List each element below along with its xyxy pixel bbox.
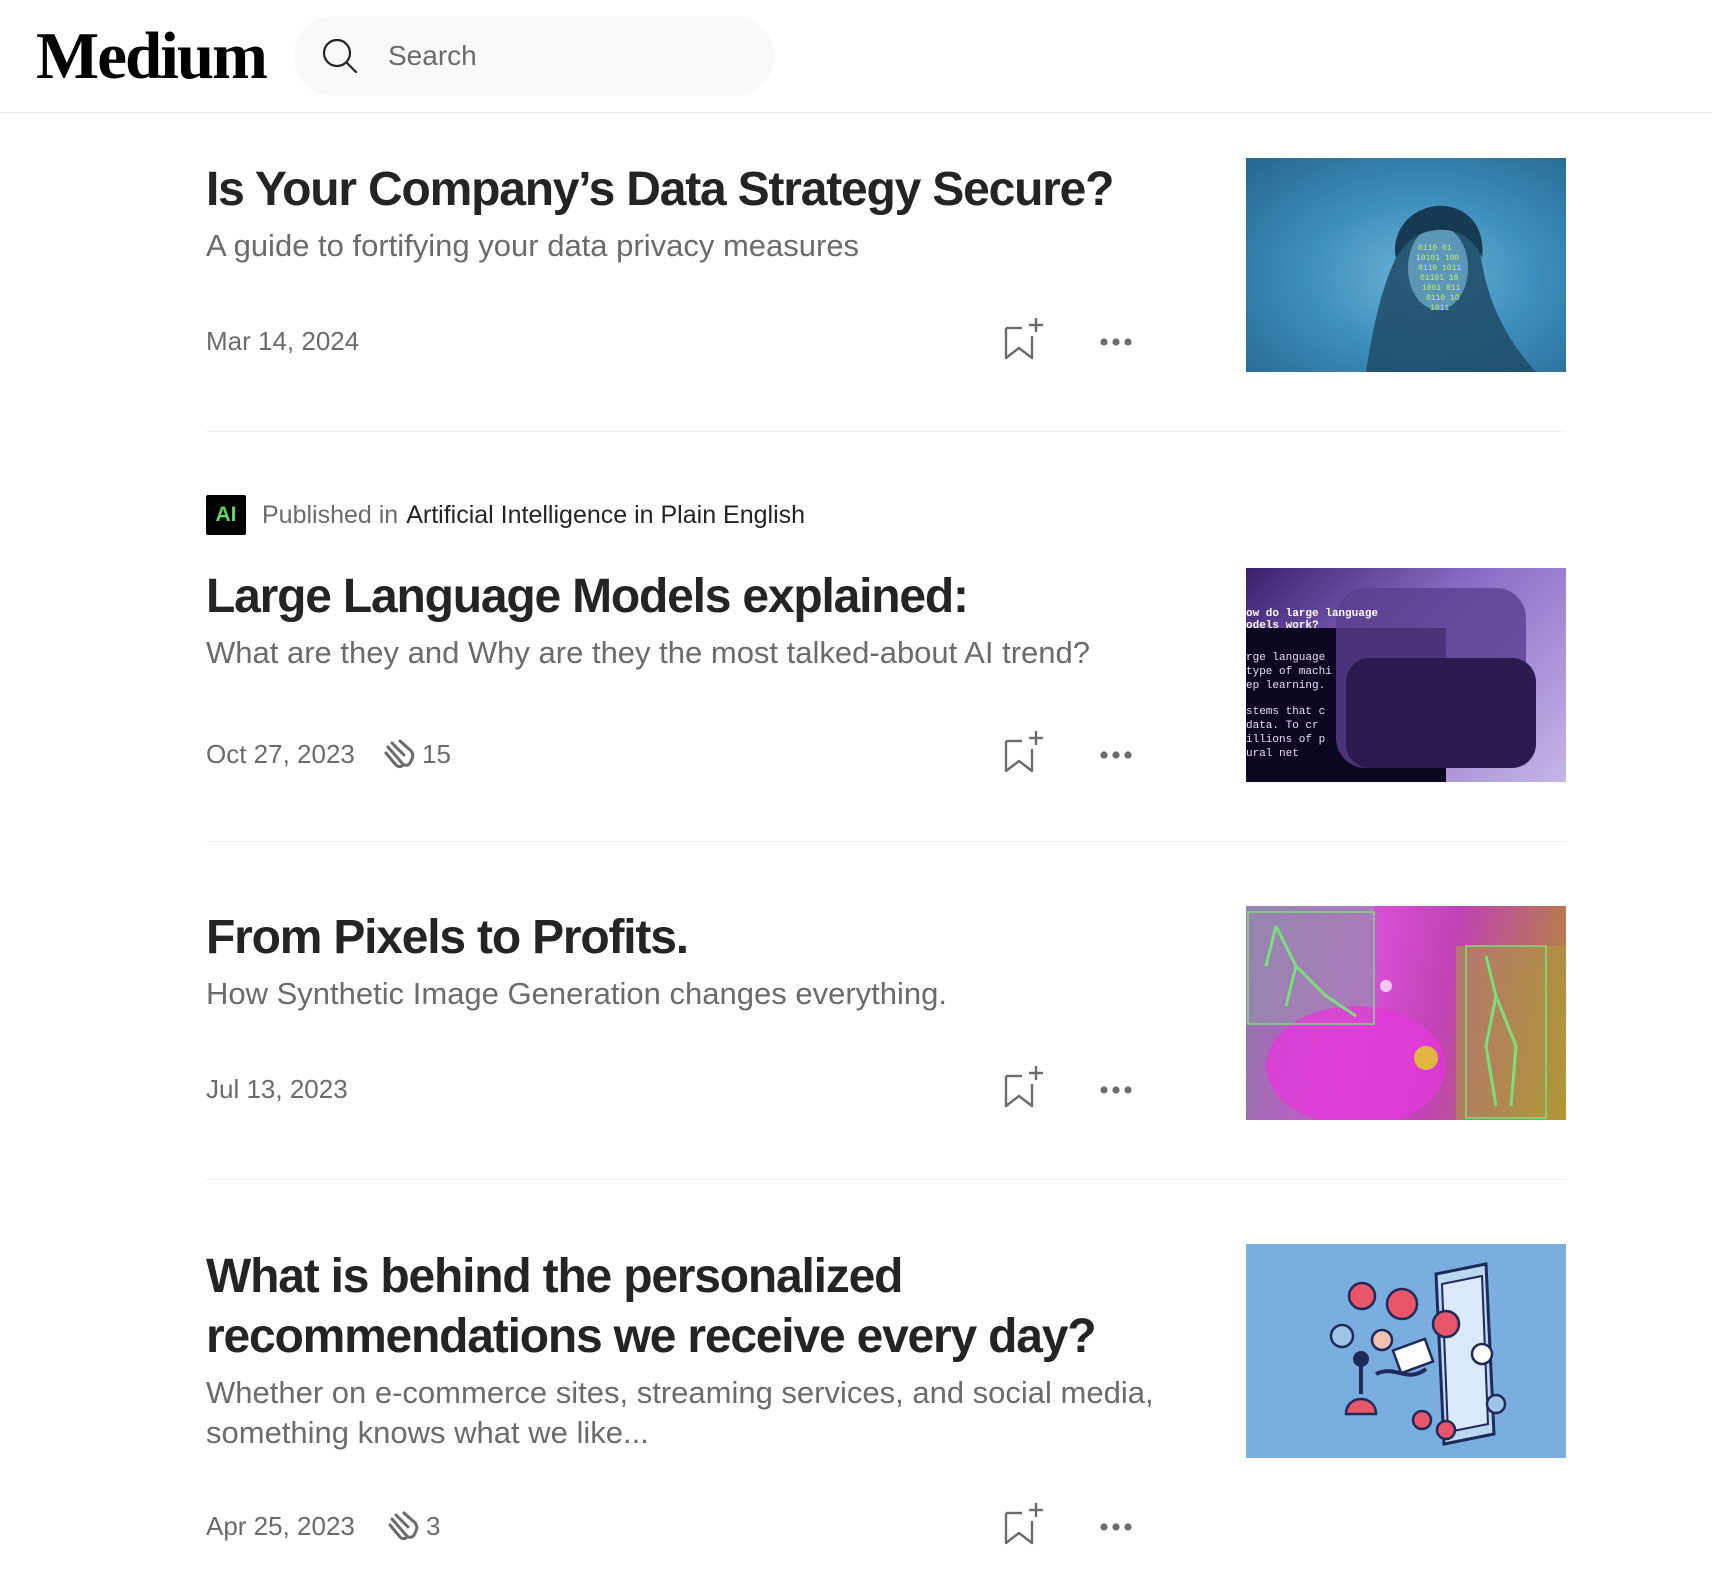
synthetic-image-illustration bbox=[1246, 906, 1566, 1120]
more-horizontal-icon[interactable] bbox=[1096, 1509, 1136, 1545]
article-meta: Apr 25, 2023 3 bbox=[206, 1503, 1166, 1547]
clap-count: 3 bbox=[426, 1510, 441, 1541]
svg-text:0110 1011: 0110 1011 bbox=[1418, 264, 1461, 273]
svg-text:type of machi: type of machi bbox=[1246, 666, 1332, 678]
article-card[interactable]: From Pixels to Profits. How Synthetic Im… bbox=[206, 906, 1566, 1120]
article-card[interactable]: Is Your Company’s Data Strategy Secure? … bbox=[206, 158, 1566, 372]
article-card[interactable]: AI Published in Artificial Intelligence … bbox=[206, 495, 1566, 783]
svg-text:data. To cr: data. To cr bbox=[1246, 720, 1319, 732]
svg-text:1001 011: 1001 011 bbox=[1422, 284, 1461, 293]
llm-terminal-illustration: ow do large language odels work? rge lan… bbox=[1246, 588, 1536, 782]
bookmark-add-icon[interactable] bbox=[1002, 729, 1044, 775]
article-title[interactable]: From Pixels to Profits. bbox=[206, 908, 1166, 968]
search-icon[interactable] bbox=[320, 36, 360, 76]
svg-text:1011: 1011 bbox=[1430, 304, 1449, 313]
article-subtitle[interactable]: What are they and Why are they the most … bbox=[206, 633, 1166, 673]
divider bbox=[206, 431, 1566, 432]
more-horizontal-icon[interactable] bbox=[1096, 1072, 1136, 1108]
svg-text:ow do large language: ow do large language bbox=[1246, 608, 1378, 620]
svg-text:ural net: ural net bbox=[1246, 748, 1299, 760]
svg-text:stems that c: stems that c bbox=[1246, 706, 1325, 718]
svg-text:odels work?: odels work? bbox=[1246, 620, 1319, 632]
article-text: From Pixels to Profits. How Synthetic Im… bbox=[206, 906, 1166, 1014]
article-thumbnail[interactable]: ow do large language odels work? rge lan… bbox=[1246, 568, 1566, 782]
article-date: Oct 27, 2023 bbox=[206, 739, 355, 769]
article-meta: Mar 14, 2024 bbox=[206, 318, 1166, 362]
article-text: What is behind the personalized recommen… bbox=[206, 1245, 1166, 1453]
clap-counter[interactable]: 3 bbox=[386, 1509, 440, 1543]
svg-text:rge language: rge language bbox=[1246, 652, 1325, 664]
article-title[interactable]: Large Language Models explained: bbox=[206, 567, 1166, 627]
clap-count: 15 bbox=[422, 738, 451, 769]
search-input[interactable] bbox=[388, 36, 748, 76]
article-text: AI Published in Artificial Intelligence … bbox=[206, 495, 1166, 673]
clap-icon bbox=[388, 1511, 419, 1541]
bookmark-add-icon[interactable] bbox=[1002, 1501, 1044, 1547]
article-card[interactable]: What is behind the personalized recommen… bbox=[206, 1244, 1566, 1547]
medium-logo[interactable]: Medium bbox=[36, 16, 268, 96]
article-subtitle[interactable]: A guide to fortifying your data privacy … bbox=[206, 226, 1166, 266]
more-horizontal-icon[interactable] bbox=[1096, 737, 1136, 773]
article-thumbnail[interactable] bbox=[1246, 906, 1566, 1120]
svg-text:10101 100: 10101 100 bbox=[1416, 254, 1459, 263]
svg-text:ep learning.: ep learning. bbox=[1246, 680, 1325, 692]
bookmark-add-icon[interactable] bbox=[1002, 316, 1044, 362]
divider bbox=[206, 841, 1566, 842]
bookmark-add-icon[interactable] bbox=[1002, 1064, 1044, 1110]
article-subtitle[interactable]: How Synthetic Image Generation changes e… bbox=[206, 974, 1166, 1014]
clap-counter[interactable]: 15 bbox=[382, 737, 451, 771]
publication-logo[interactable]: AI bbox=[206, 495, 246, 535]
article-title[interactable]: What is behind the personalized recommen… bbox=[206, 1247, 1166, 1367]
article-date: Mar 14, 2024 bbox=[206, 326, 360, 356]
svg-text:0110 10: 0110 10 bbox=[1426, 294, 1460, 303]
article-text: Is Your Company’s Data Strategy Secure? … bbox=[206, 158, 1166, 266]
svg-text:illions of p: illions of p bbox=[1246, 734, 1325, 746]
article-thumbnail[interactable]: 0110 01 10101 100 0110 1011 01101 10 100… bbox=[1246, 158, 1566, 372]
clap-icon bbox=[384, 739, 415, 769]
article-meta: Oct 27, 2023 15 bbox=[206, 731, 1166, 775]
publication-row: AI Published in Artificial Intelligence … bbox=[206, 495, 1166, 535]
article-meta: Jul 13, 2023 bbox=[206, 1066, 1166, 1110]
divider bbox=[206, 1179, 1566, 1180]
svg-text:0110 01: 0110 01 bbox=[1418, 244, 1452, 253]
article-date: Jul 13, 2023 bbox=[206, 1074, 348, 1104]
publication-prefix: Published in bbox=[262, 500, 399, 529]
svg-text:01101 10: 01101 10 bbox=[1420, 274, 1459, 283]
article-subtitle[interactable]: Whether on e-commerce sites, streaming s… bbox=[206, 1373, 1166, 1453]
top-bar: Medium bbox=[0, 0, 1712, 113]
article-date: Apr 25, 2023 bbox=[206, 1511, 355, 1541]
search-box[interactable] bbox=[294, 16, 774, 96]
article-thumbnail[interactable] bbox=[1246, 1244, 1566, 1458]
woman-binary-illustration: 0110 01 10101 100 0110 1011 01101 10 100… bbox=[1366, 205, 1536, 372]
more-horizontal-icon[interactable] bbox=[1096, 324, 1136, 360]
article-title[interactable]: Is Your Company’s Data Strategy Secure? bbox=[206, 160, 1166, 220]
publication-name[interactable]: Artificial Intelligence in Plain English bbox=[406, 501, 805, 530]
recommendation-machine-illustration bbox=[1329, 1262, 1507, 1446]
